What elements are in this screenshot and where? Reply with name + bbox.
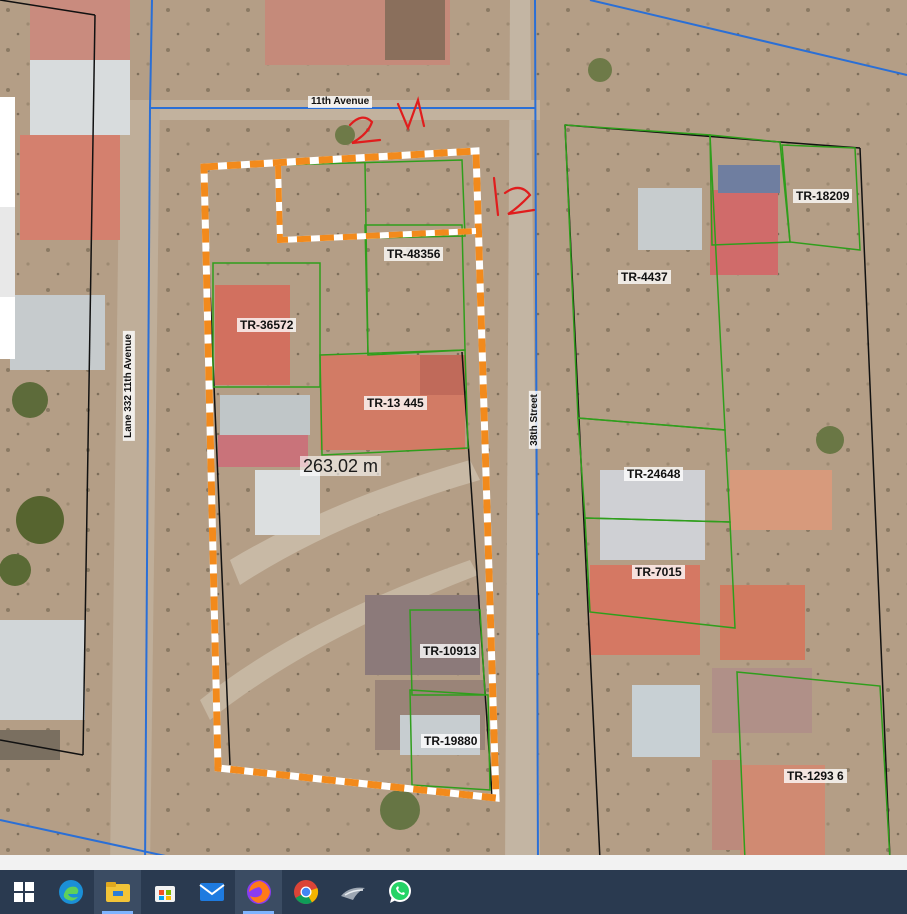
windows-taskbar [0,870,907,914]
map-bottom-strip [0,855,907,870]
microsoft-store-icon[interactable] [141,870,188,914]
inkscape-icon[interactable] [329,870,376,914]
parcel-label[interactable]: TR-19880 [421,734,481,748]
parcel-label[interactable]: TR-24648 [624,467,684,481]
parcel-label[interactable]: TR-1293 6 [784,769,847,783]
road-label-11th-avenue: 11th Avenue [308,96,373,108]
side-panel-section [0,207,15,297]
windows-start-icon[interactable] [0,870,47,914]
parcel-label[interactable]: TR-13 445 [364,396,427,410]
mail-icon[interactable] [188,870,235,914]
firefox-icon[interactable] [235,870,282,914]
road-label-38th-street: 38th Street [528,391,541,449]
file-explorer-icon[interactable] [94,870,141,914]
parcel-label[interactable]: TR-4437 [618,270,671,284]
perimeter-measurement: 263.02 m [300,456,382,476]
parcel-label[interactable]: TR-36572 [237,318,297,332]
map-view[interactable]: 11th Avenue Lane 332 11th Avenue 38th St… [0,0,907,870]
whatsapp-icon[interactable] [376,870,423,914]
side-panel-edge [0,97,15,359]
parcel-label[interactable]: TR-10913 [420,644,480,658]
parcel-label[interactable]: TR-48356 [384,247,444,261]
chrome-icon[interactable] [282,870,329,914]
parcel-label[interactable]: TR-7015 [632,565,685,579]
edge-browser-icon[interactable] [47,870,94,914]
parcel-label[interactable]: TR-18209 [793,189,853,203]
road-label-lane-332: Lane 332 11th Avenue [122,331,135,441]
